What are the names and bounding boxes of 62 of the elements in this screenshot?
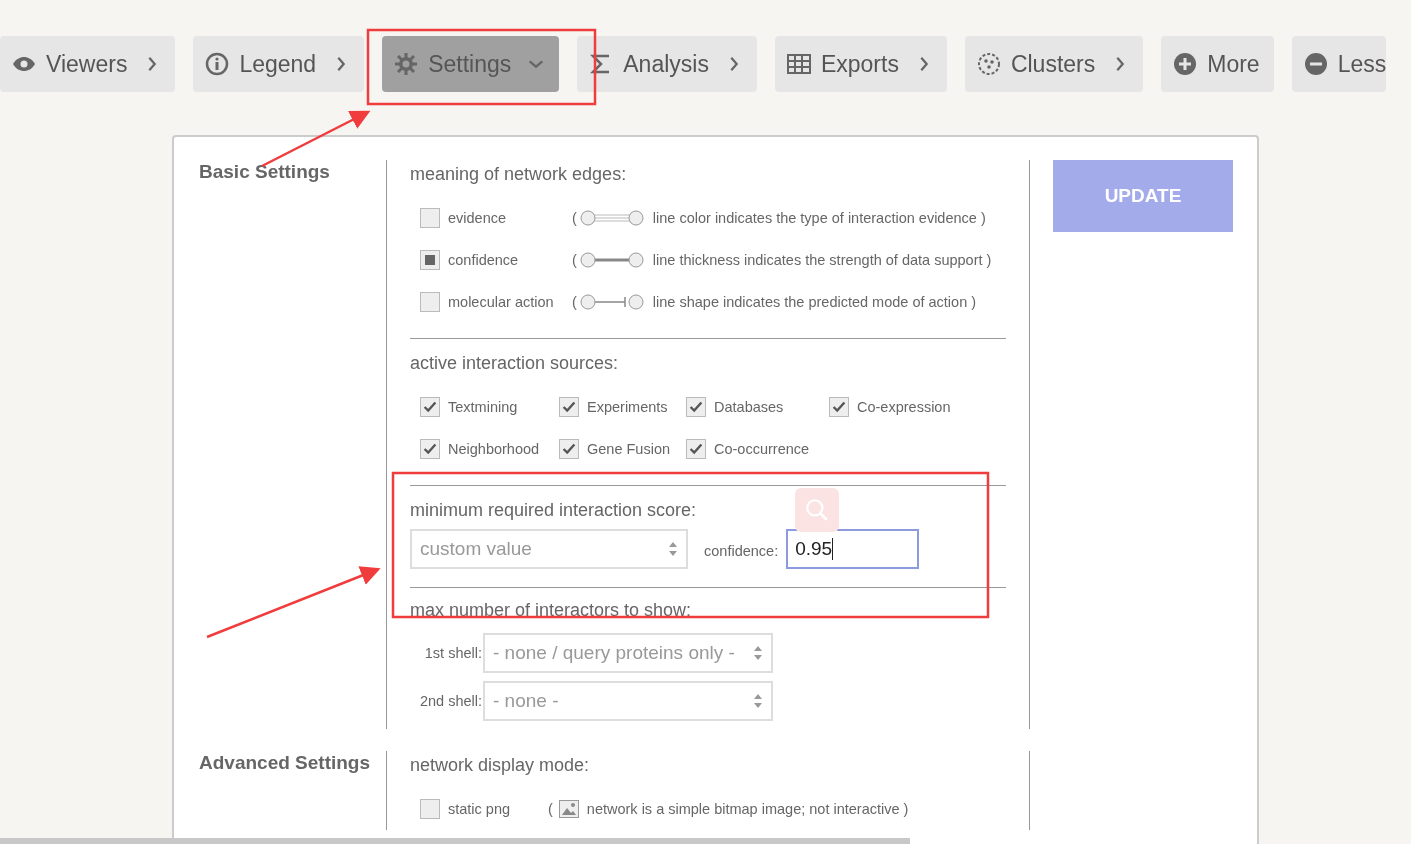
paren: ( xyxy=(572,210,577,226)
up-down-arrows-icon xyxy=(753,693,763,709)
paren: ( xyxy=(572,252,577,268)
info-icon xyxy=(205,52,230,76)
checkbox[interactable] xyxy=(686,439,706,459)
option-description: line shape indicates the predicted mode of action ) xyxy=(652,294,977,310)
checkbox[interactable] xyxy=(686,397,706,417)
paren: ( xyxy=(548,801,553,817)
search-icon xyxy=(804,497,830,523)
checkbox[interactable] xyxy=(420,799,440,819)
section-title: Basic Settings xyxy=(199,161,330,182)
field-label: 2nd shell: xyxy=(418,693,483,709)
group-heading: network display mode: xyxy=(410,755,590,776)
scrollbar[interactable] xyxy=(0,838,910,844)
up-down-arrows-icon xyxy=(668,541,678,557)
group-heading: meaning of network edges: xyxy=(410,164,627,185)
option-label: Gene Fusion xyxy=(587,441,671,457)
minus-circle-icon xyxy=(1303,52,1328,76)
gear-icon xyxy=(394,52,419,76)
option-label: evidence xyxy=(448,210,508,226)
option-label: Databases xyxy=(714,399,784,415)
toolbar-tab[interactable]: More xyxy=(1161,36,1274,92)
up-down-arrows-icon xyxy=(753,645,763,661)
section-title: Advanced Settings xyxy=(199,752,371,773)
option-description: network is a simple bitmap image; not interactive ) xyxy=(586,801,909,817)
toolbar-tab[interactable]: Exports xyxy=(774,36,947,92)
paren: ( xyxy=(572,294,577,310)
bar-line-edge-icon xyxy=(578,294,645,310)
field-label: confidence: xyxy=(704,543,779,559)
option-label: Co-expression xyxy=(857,399,951,415)
checkbox[interactable] xyxy=(420,397,440,417)
plus-circle-icon xyxy=(1173,52,1198,76)
checkbox[interactable] xyxy=(420,292,440,312)
group-heading: max number of interactors to show: xyxy=(410,600,692,621)
thick-line-edge-icon xyxy=(578,252,645,268)
field-label: 1st shell: xyxy=(423,645,483,661)
toolbar-tab[interactable]: Clusters xyxy=(964,36,1144,92)
dotted-circle-icon xyxy=(976,52,1001,76)
checkbox[interactable] xyxy=(420,439,440,459)
double-line-edge-icon xyxy=(578,210,645,226)
checkbox[interactable] xyxy=(559,439,579,459)
toolbar-tab[interactable]: Less xyxy=(1291,36,1387,92)
toolbar-tab[interactable]: Analysis xyxy=(577,36,757,92)
checkbox[interactable] xyxy=(829,397,849,417)
toolbar-tab[interactable]: Legend xyxy=(193,36,365,92)
option-label: Textmining xyxy=(448,399,518,415)
option-description: line thickness indicates the strength of data support ) xyxy=(652,252,992,268)
checkbox[interactable] xyxy=(559,397,579,417)
group-heading: minimum required interaction score: xyxy=(410,500,697,521)
checkbox[interactable] xyxy=(420,208,440,228)
option-label: molecular action xyxy=(448,294,555,310)
checkbox[interactable] xyxy=(420,250,440,270)
option-label: Neighborhood xyxy=(448,441,540,457)
table-icon xyxy=(786,52,811,76)
toolbar-tab[interactable]: Viewers xyxy=(0,36,176,92)
option-label: static png xyxy=(448,801,512,817)
image-icon xyxy=(558,800,579,818)
group-heading: active interaction sources: xyxy=(410,353,619,374)
option-label: Experiments xyxy=(587,399,668,415)
option-label: Co-occurrence xyxy=(714,441,810,457)
option-label: confidence xyxy=(448,252,520,268)
option-description: line color indicates the type of interaction evidence ) xyxy=(652,210,986,226)
